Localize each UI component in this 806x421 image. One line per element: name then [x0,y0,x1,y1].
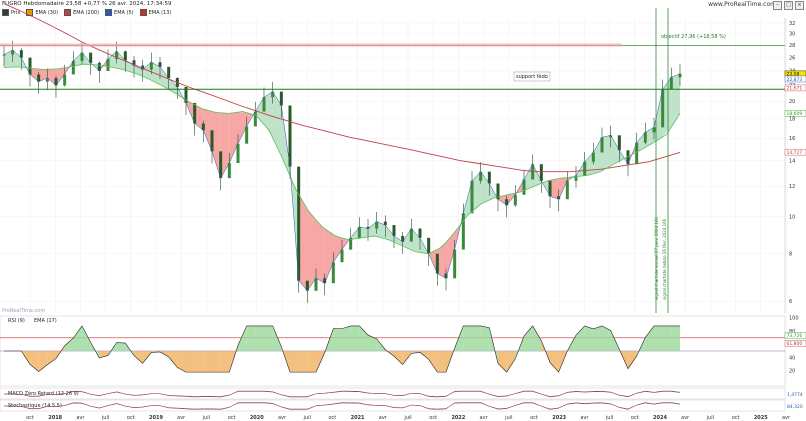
macd-panel-bg [0,387,786,400]
x-tick-label: oct [127,415,135,421]
x-tick-label: oct [26,415,34,421]
rsi-fill-segment [203,351,212,373]
rsi-fill-segment [255,325,264,351]
x-tick-label: juil [706,415,714,421]
rsi-fill-segment [298,351,308,373]
x-tick-label: juil [504,415,512,421]
x-tick-label: juil [303,415,311,421]
rsi-tick-label: 20 [789,369,795,375]
rsi-fill-segment [671,325,680,351]
rsi-fill-segment [307,351,316,373]
x-tick-label: oct [329,415,337,421]
x-tick-label: juil [101,415,109,421]
y-tick-label: 16 [789,136,795,142]
rsi-fill-segment [463,325,472,351]
rsi-fill-segment [264,325,273,351]
rsi-tag-text: 73,726 [787,333,803,339]
price-tag-text: 22,873 [787,77,803,83]
stoch-tag: 84,320 [787,404,803,410]
y-tick-label: 10 [789,214,795,220]
x-tick-label: juil [202,415,210,421]
y-tick-label: 26 [789,55,795,61]
x-tick-label: juil [403,415,411,421]
y-tick-label: 12 [789,184,795,190]
rsi-fill-segment [212,351,221,373]
rsi-fill-segment [350,325,360,351]
rsi-fill-segment [662,325,672,351]
x-tick-label: oct [530,415,538,421]
rsi-fill-segment [342,325,351,351]
x-tick-label: oct [732,415,740,421]
rsi-fill-segment [186,351,195,373]
y-tick-label: 32 [789,21,795,27]
x-tick-label: avr [379,415,388,421]
rsi-fill-segment [480,325,490,351]
rsi-ema-label: EMA (17) [34,318,57,324]
x-tick-label: 2021 [351,415,365,421]
x-tick-label: 2025 [754,415,768,421]
signal-annual-label: signal chartiste annuel 27 janv. 2024 16… [654,217,659,300]
x-tick-label: oct [228,415,236,421]
x-tick-label: avr [480,415,489,421]
macd-tag: 1,4774 [787,392,803,398]
x-tick-label: oct [429,415,437,421]
y-tick-label: 6 [789,299,792,305]
x-tick-label: 2024 [653,415,667,421]
rsi-fill-segment [472,325,481,351]
rsi-fill-segment [194,351,204,373]
rsi-fill-segment [437,351,446,373]
x-tick-label: oct [631,415,639,421]
rsi-tick-label: 100 [789,316,799,322]
chart-canvas[interactable]: ProRealTime.com support fédo objectif 27… [0,0,806,421]
stoch-panel-bg [0,399,786,412]
y-tick-label: 14 [789,158,795,164]
rsi-fill-segment [290,351,299,373]
rsi-fill-segment [584,325,594,351]
time-axis: oct 2018 avr juil oct 2019 avr juil oct 2020 avr ju… [26,415,791,421]
rsi-fill-segment [333,328,342,351]
ema-ribbon-segment [316,219,325,284]
x-tick-label: avr [177,415,186,421]
rsi-fill-segment [593,325,602,351]
rsi-tag-text: 61,800 [787,341,803,347]
x-tick-label: 2023 [552,415,566,421]
price-bar-body [2,54,6,56]
x-tick-label: 2018 [48,415,62,421]
signal-weekly-label: signal chartiste hebdo 26 févr. 2024 16h [662,218,667,300]
watermark: ProRealTime.com [2,308,45,314]
price-tag-text: 18,609 [787,111,803,117]
price-axis: 32302826242220181614121086 [784,18,795,313]
objective-label: objectif 27,96 (+18,58 %) [661,34,726,40]
y-tick-label: 30 [789,32,795,38]
x-tick-label: avr [278,415,287,421]
rsi-fill-segment [116,342,126,351]
x-tick-label: 2022 [451,415,465,421]
rsi-fill-segment [220,351,230,373]
rsi-label: RSI (9) [8,318,25,324]
x-tick-label: 2019 [149,415,163,421]
y-tick-label: 8 [789,251,792,257]
price-tag-text: 21,671 [787,86,803,92]
y-tick-label: 28 [789,43,795,49]
x-tick-label: avr [782,415,791,421]
x-tick-label: juil [605,415,613,421]
rsi-axis: 1008060402073,72661,800 [784,316,806,375]
x-tick-label: 2020 [250,415,264,421]
x-tick-label: avr [76,415,85,421]
price-tag-text: 14,727 [787,150,803,156]
x-tick-label: avr [681,415,690,421]
rsi-fill-segment [654,325,663,351]
support-label: support fédo [516,73,548,80]
macd-label: MACD Zéro Retard (12 26 9) [8,390,79,397]
rsi-tick-label: 40 [789,355,795,361]
x-tick-label: avr [580,415,589,421]
chart-window: FUGRO Hebdomadaire 23,58 +0,77 % 26 avr.… [0,0,806,421]
y-tick-label: 20 [789,99,795,105]
y-tick-label: 18 [789,117,795,123]
rsi-fill-segment [246,325,256,351]
resistance-zone [0,43,622,47]
